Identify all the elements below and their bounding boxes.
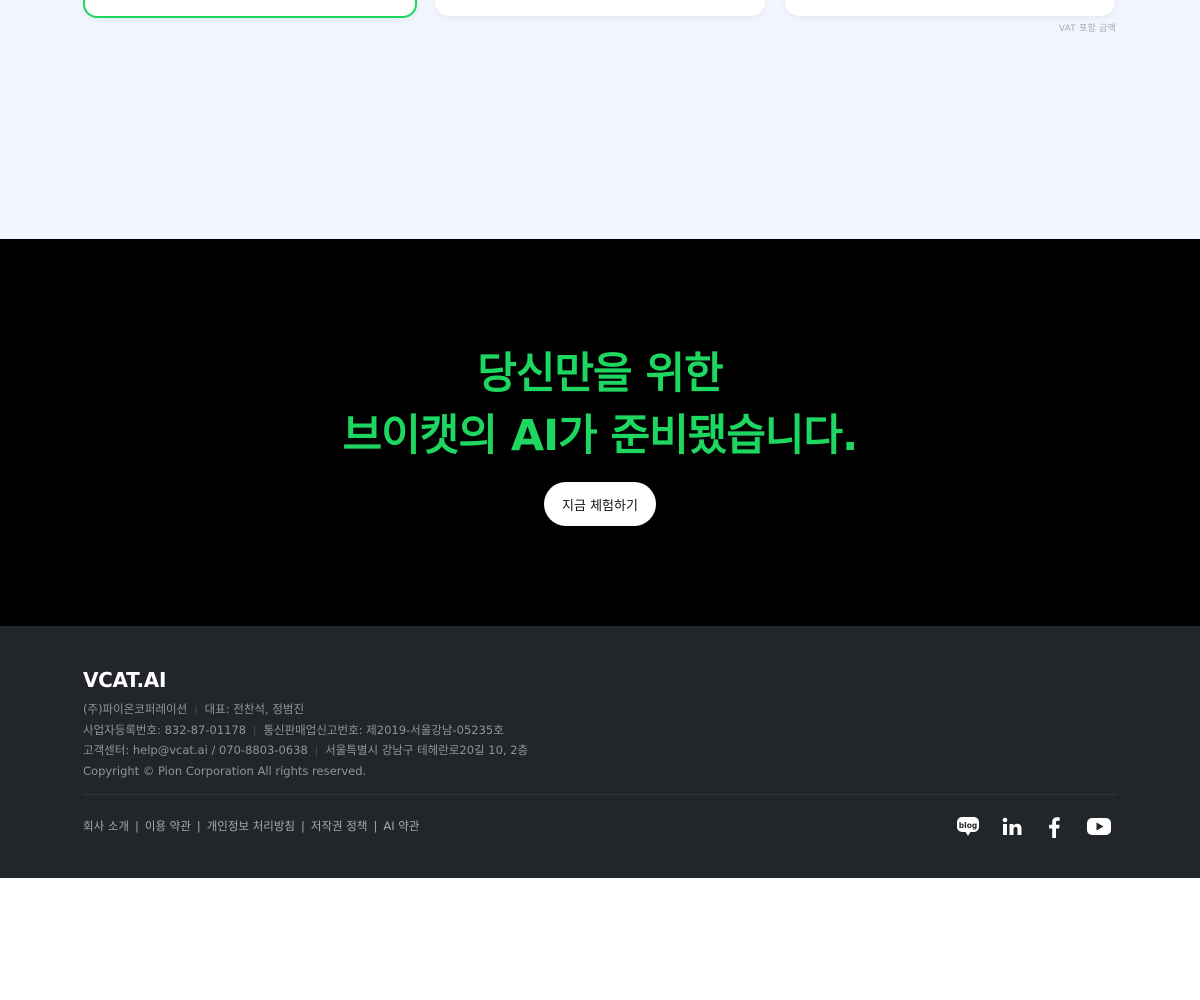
pricing-card[interactable] [785, 0, 1115, 16]
company-address: 서울특별시 강남구 테헤란로20길 10, 2층 [325, 743, 529, 757]
mail-order-registration: 통신판매업신고번호: 제2019-서울강남-05235호 [263, 722, 504, 737]
svg-text:blog: blog [959, 821, 977, 830]
try-now-button[interactable]: 지금 체험하기 [544, 482, 656, 526]
divider-bar: | [373, 819, 378, 833]
social-links: blog [956, 814, 1116, 840]
youtube-link[interactable] [1086, 814, 1112, 840]
cta-title-line2: 브이캣의 AI가 준비됐습니다. [342, 411, 859, 461]
divider-bar: | [196, 819, 201, 833]
facebook-link[interactable] [1047, 814, 1061, 840]
divider-bar: | [301, 819, 305, 833]
footer: VCAT.AI (주)파이온코퍼레이션 | 대표: 전찬석, 정범진 사업자등록번호… [0, 626, 1200, 878]
footer-logo[interactable]: VCAT.AI [83, 668, 166, 692]
divider-bar: | [253, 725, 257, 737]
business-registration: 사업자등록번호: 832-87-01178 [83, 722, 247, 737]
footer-divider [83, 794, 1117, 795]
link-privacy-policy[interactable]: 개인정보 처리방침 [207, 819, 295, 833]
blog-icon: blog [957, 817, 979, 836]
divider-bar: | [314, 746, 319, 757]
copyright: Copyright © Pion Corporation All rights … [83, 763, 367, 778]
link-ai-terms[interactable]: AI 약관 [383, 819, 419, 833]
divider-bar: | [134, 819, 139, 833]
facebook-icon [1049, 817, 1060, 838]
vat-note: VAT 포함 금액 [1058, 24, 1116, 34]
pricing-card-selected[interactable] [83, 0, 417, 18]
link-copyright-policy[interactable]: 저작권 정책 [311, 819, 368, 833]
linkedin-link[interactable] [1002, 814, 1022, 840]
divider-bar: | [194, 705, 198, 716]
cta-section: 당신만을 위한 브이캣의 AI가 준비됐습니다. 지금 체험하기 [0, 239, 1200, 626]
company-info: (주)파이온코퍼레이션 | 대표: 전찬석, 정범진 사업자등록번호: 832-87… [83, 700, 528, 780]
pricing-section: VAT 포함 금액 [0, 0, 1200, 239]
ceo-names: 대표: 전찬석, 정범진 [204, 702, 305, 716]
link-company-intro[interactable]: 회사 소개 [83, 819, 129, 833]
cta-title: 당신만을 위한 브이캣의 AI가 준비됐습니다. [0, 343, 1200, 467]
blog-link[interactable]: blog [956, 814, 980, 840]
customer-center: 고객센터: help@vcat.ai / 070-8803-0638 [83, 743, 308, 757]
company-name: (주)파이온코퍼레이션 [83, 702, 188, 716]
youtube-icon [1087, 818, 1111, 835]
cta-title-line1: 당신만을 위한 [477, 349, 723, 399]
linkedin-icon [1002, 817, 1022, 835]
footer-links: 회사 소개 | 이용 약관 | 개인정보 처리방침 | 저작권 정책 | AI 약관 [83, 818, 419, 834]
pricing-card[interactable] [435, 0, 765, 16]
link-terms-of-use[interactable]: 이용 약관 [145, 819, 191, 833]
